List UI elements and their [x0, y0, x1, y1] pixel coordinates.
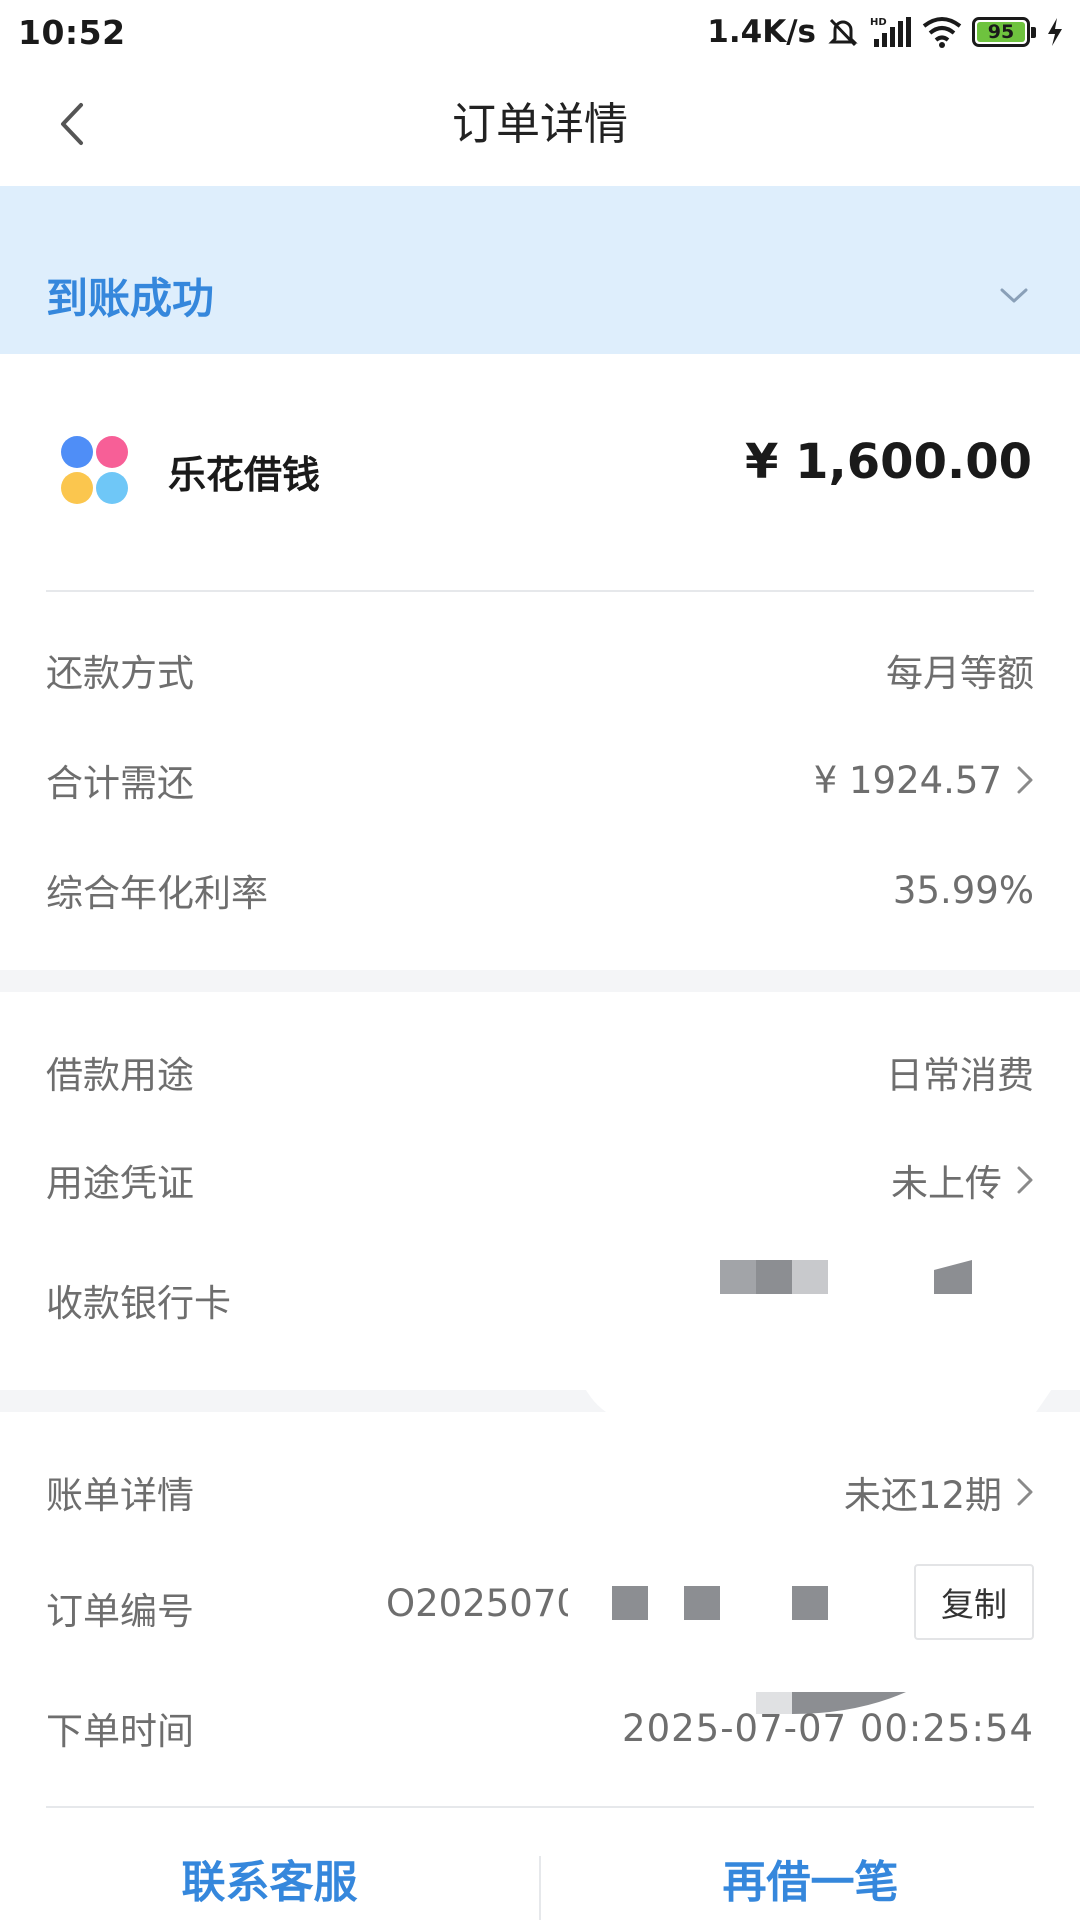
loan-purpose-value: 日常消费	[886, 1054, 1034, 1097]
total-due-row[interactable]: 合计需还 ¥ 1924.57	[46, 742, 1034, 818]
chevron-down-icon[interactable]	[994, 284, 1034, 308]
bill-detail-label: 账单详情	[46, 1474, 194, 1517]
redacted-block	[612, 1586, 648, 1620]
product-name: 乐花借钱	[168, 453, 321, 497]
page-title: 订单详情	[452, 99, 628, 150]
divider	[46, 590, 1034, 592]
order-time-label: 下单时间	[46, 1710, 194, 1753]
bottom-action-bar: 联系客服 再借一笔	[0, 1806, 1080, 1920]
battery-icon: 95	[972, 17, 1036, 47]
order-status-text: 到账成功	[46, 274, 215, 323]
loan-amount: ¥ 1,600.00	[745, 434, 1032, 490]
redacted-block	[756, 1692, 906, 1714]
redacted-block	[934, 1260, 972, 1294]
redacted-block	[576, 1368, 1066, 1412]
redacted-block	[792, 1260, 828, 1294]
total-due-label: 合计需还	[46, 762, 194, 805]
borrow-again-button[interactable]: 再借一笔	[541, 1806, 1080, 1920]
redacted-block	[792, 1586, 828, 1620]
bank-card-row: 收款银行卡	[46, 1262, 1034, 1338]
hd-signal-icon: HD	[870, 17, 911, 47]
loan-purpose-row: 借款用途 日常消费	[46, 1034, 1034, 1110]
battery-level: 95	[987, 21, 1015, 43]
total-due-value: ¥ 1924.57	[813, 758, 1002, 802]
nav-bar: 订单详情	[0, 64, 1080, 186]
bill-detail-value: 未还12期	[843, 1474, 1002, 1517]
section-divider	[0, 970, 1080, 992]
purpose-proof-label: 用途凭证	[46, 1162, 194, 1205]
status-bar: 10:52 1.4K/s HD 95	[0, 0, 1080, 64]
svg-text:HD: HD	[870, 17, 887, 28]
product-row: 乐花借钱 ¥ 1,600.00	[0, 354, 1080, 590]
product-logo-icon	[61, 436, 128, 504]
chevron-right-icon	[1017, 766, 1033, 794]
redacted-block	[720, 1260, 756, 1294]
contact-service-button[interactable]: 联系客服	[0, 1806, 539, 1920]
repay-method-value: 每月等额	[886, 652, 1034, 695]
order-number-label: 订单编号	[46, 1590, 194, 1633]
redacted-block	[756, 1260, 792, 1294]
status-time: 10:52	[18, 12, 126, 52]
repay-method-label: 还款方式	[46, 652, 194, 695]
total-due-value-group: ¥ 1924.57	[814, 759, 1034, 802]
wifi-icon	[922, 17, 962, 48]
charging-icon	[1048, 18, 1062, 46]
bill-detail-row[interactable]: 账单详情 未还12期	[46, 1454, 1034, 1530]
copy-order-number-button[interactable]: 复制	[914, 1564, 1034, 1640]
bill-detail-value-group: 未还12期	[844, 1465, 1034, 1519]
network-speed: 1.4K/s	[707, 14, 816, 50]
annual-rate-label: 综合年化利率	[46, 872, 268, 915]
redacted-block	[684, 1586, 720, 1620]
chevron-right-icon	[1017, 1478, 1033, 1506]
status-icons: 1.4K/s HD 95	[707, 14, 1064, 50]
purpose-proof-value: 未上传	[891, 1162, 1002, 1205]
status-banner[interactable]: 到账成功	[0, 186, 1080, 354]
chevron-right-icon	[1017, 1166, 1033, 1194]
annual-rate-row: 综合年化利率 35.99%	[46, 852, 1034, 928]
order-number-value: O2025070	[386, 1582, 568, 1625]
loan-purpose-label: 借款用途	[46, 1054, 194, 1097]
back-button[interactable]	[40, 92, 104, 156]
chevron-left-icon	[61, 103, 83, 145]
bank-card-label: 收款银行卡	[46, 1282, 231, 1325]
annual-rate-value: 35.99%	[892, 868, 1034, 912]
mute-bell-icon	[828, 18, 858, 47]
purpose-proof-value-group: 未上传	[891, 1153, 1034, 1207]
repay-method-row: 还款方式 每月等额	[46, 632, 1034, 708]
purpose-proof-row[interactable]: 用途凭证 未上传	[46, 1142, 1034, 1218]
